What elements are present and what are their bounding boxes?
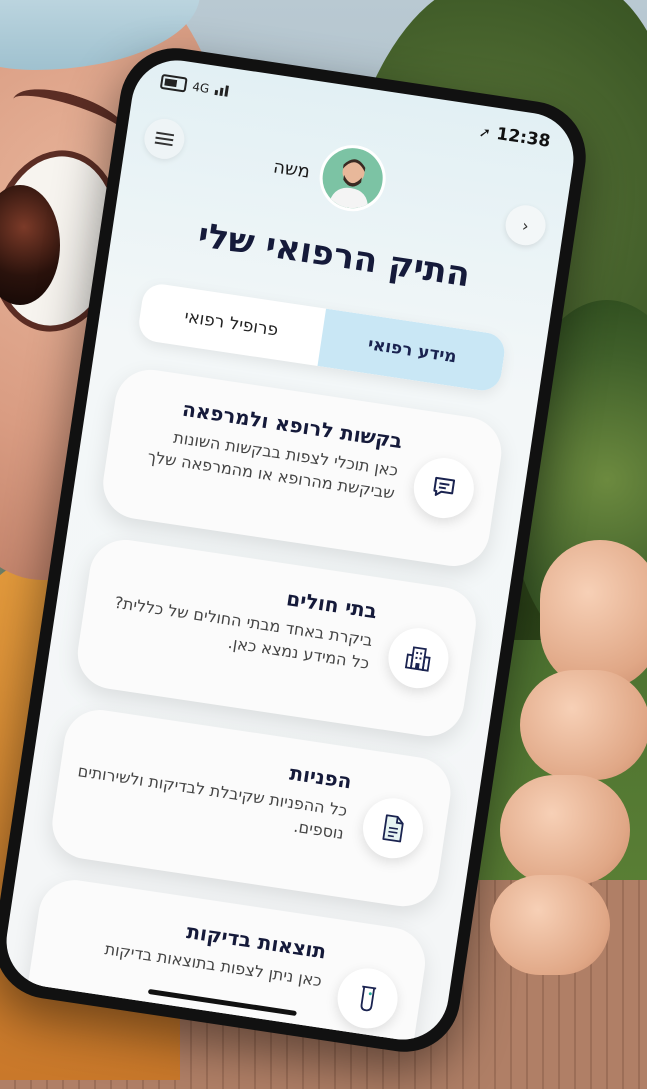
test-tube-icon (360, 985, 377, 1012)
card-content: תוצאות בדיקות כאן ניתן לצפות בתוצאות בדי… (47, 899, 328, 992)
card-list: בקשות לרופא ולמרפאה כאן תוכלי לצפות בבקש… (19, 364, 507, 1046)
back-button[interactable]: › (502, 202, 549, 248)
card-content: בתי חולים ביקרת באחד מבתי החולים של כללי… (94, 559, 378, 675)
document-icon (382, 814, 404, 843)
icon-circle (409, 453, 478, 523)
hand (490, 540, 647, 990)
icon-circle (384, 624, 453, 693)
hospital-icon (404, 646, 431, 672)
chat-icon (433, 476, 456, 496)
card-referrals[interactable]: הפניות כל ההפניות שקיבלת לבדיקות ולשירות… (47, 705, 456, 912)
hamburger-icon (154, 131, 175, 147)
signal-icon (214, 84, 229, 97)
tab-medical-profile[interactable]: פרופיל רפואי (137, 282, 327, 366)
battery-icon (159, 73, 188, 93)
user-name: משה (271, 155, 312, 183)
icon-circle (333, 964, 402, 1033)
avatar (314, 140, 390, 216)
thumb (540, 540, 647, 690)
chevron-right-icon: › (521, 215, 531, 236)
network-label: 4G (191, 79, 211, 96)
card-content: בקשות לרופא ולמרפאה כאן תוכלי לצפות בבקש… (120, 389, 404, 505)
clock-text: 12:38 (495, 124, 552, 152)
finger (490, 875, 610, 975)
location-arrow-icon: ➚ (477, 124, 492, 142)
menu-button[interactable] (141, 116, 188, 162)
user-profile[interactable]: משה (269, 134, 390, 216)
card-content: הפניות כל ההפניות שקיבלת לבדיקות ולשירות… (69, 729, 354, 845)
person-icon (328, 159, 368, 211)
card-hospitals[interactable]: בתי חולים ביקרת באחד מבתי החולים של כללי… (72, 535, 481, 742)
tab-medical-info[interactable]: מידע רפואי (317, 308, 508, 394)
card-doctor-requests[interactable]: בקשות לרופא ולמרפאה כאן תוכלי לצפות בבקש… (98, 364, 507, 571)
finger (500, 775, 630, 885)
carrier-info: 4G (159, 73, 229, 99)
status-time: ➚ 12:38 (477, 121, 552, 152)
finger (520, 670, 647, 780)
icon-circle (358, 794, 428, 863)
